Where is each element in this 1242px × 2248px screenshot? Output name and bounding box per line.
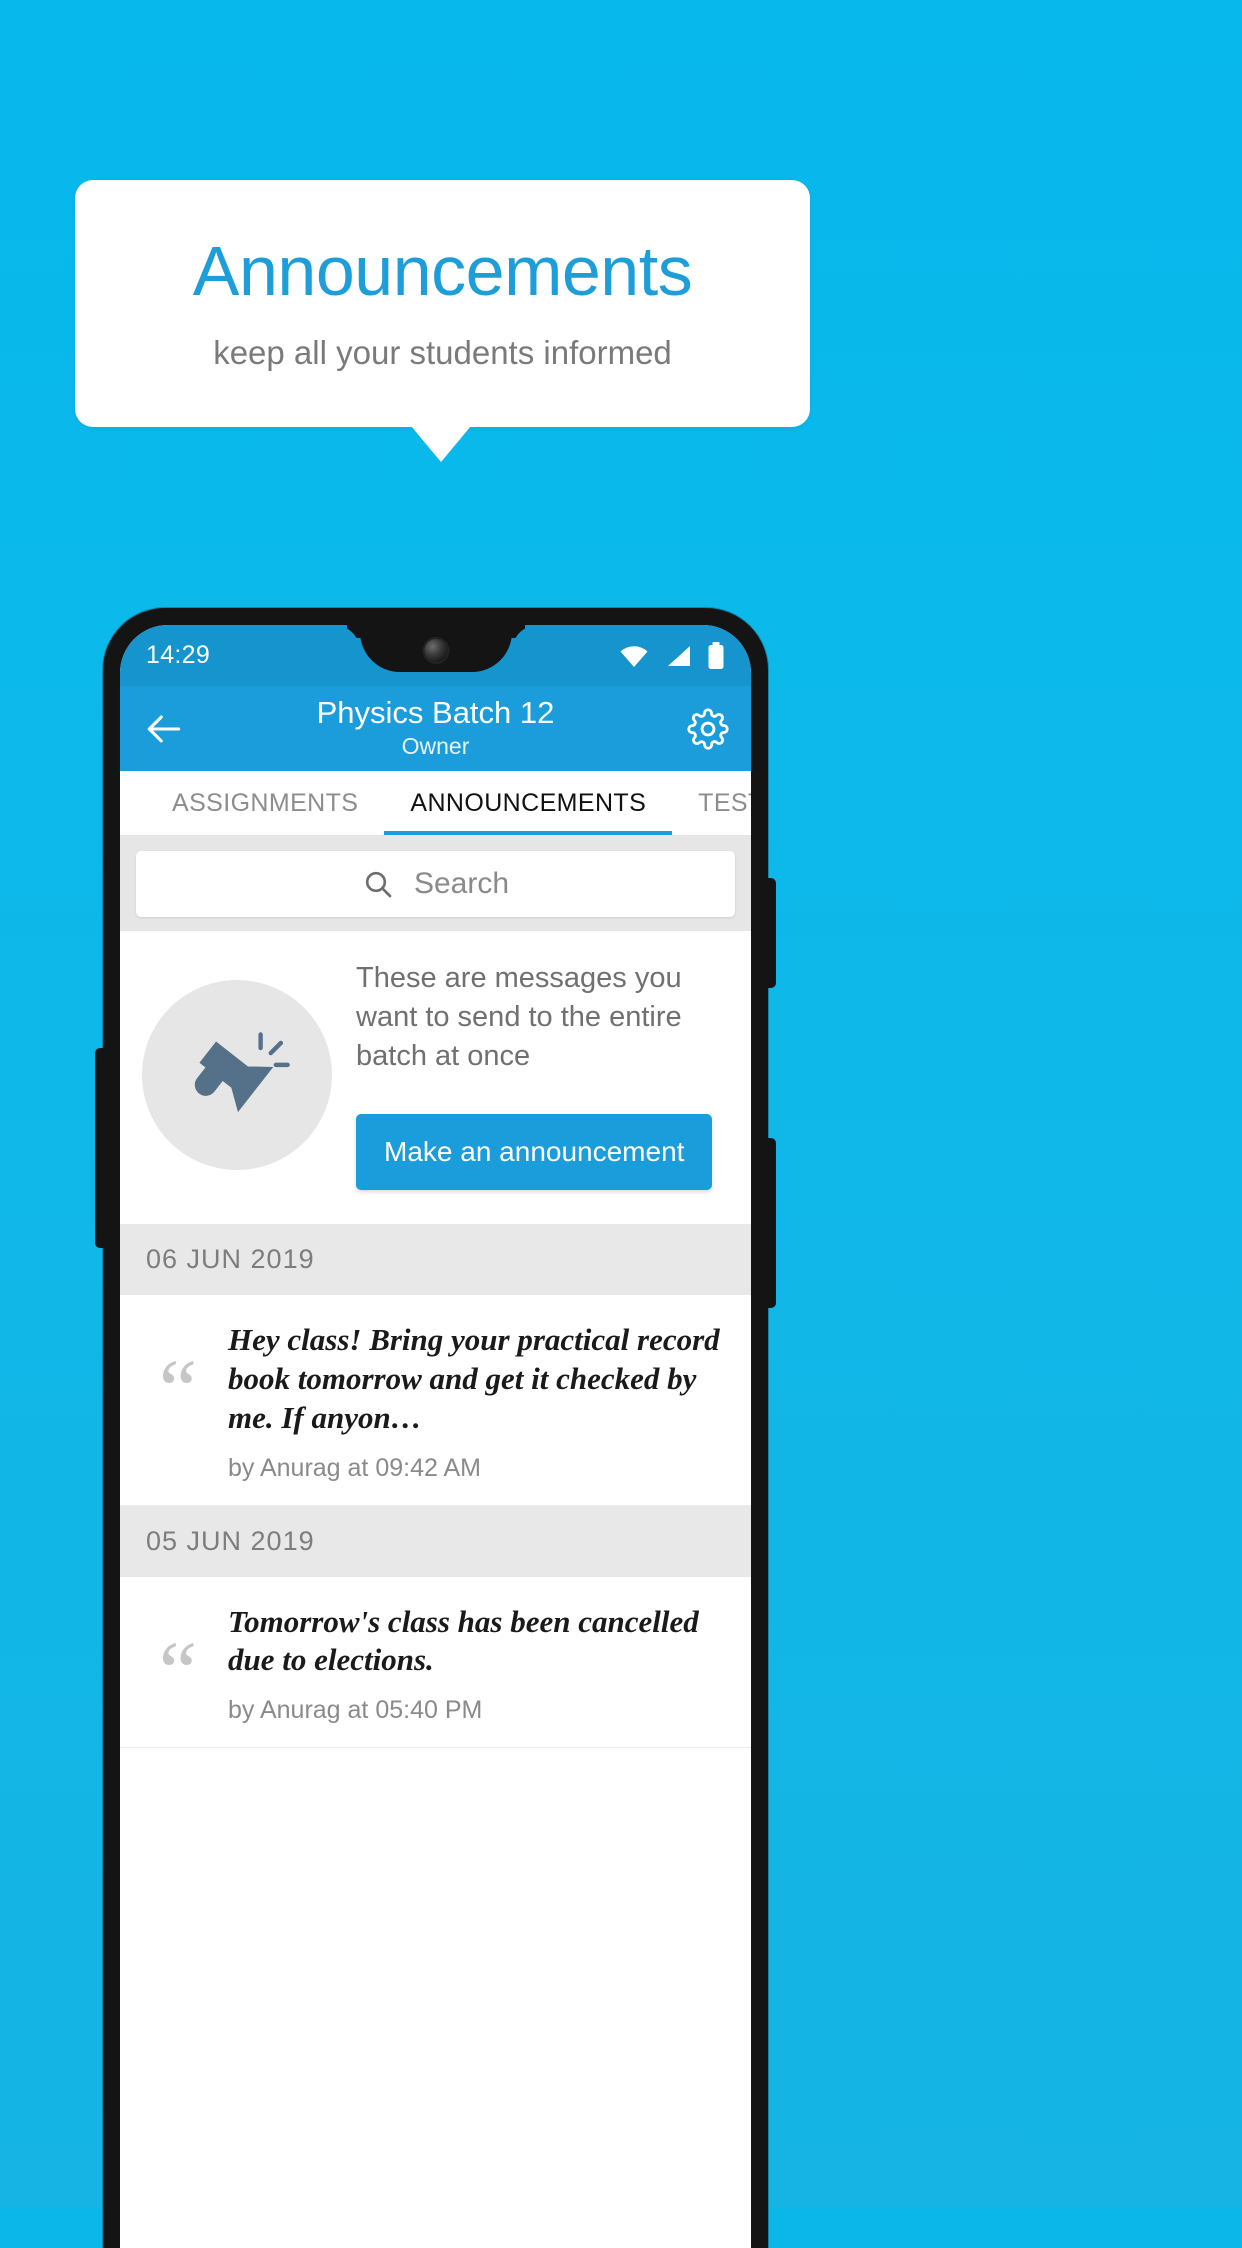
date-header: 06 JUN 2019	[120, 1224, 751, 1296]
promo-description: These are messages you want to send to t…	[356, 962, 682, 1073]
megaphone-icon-circle	[142, 979, 332, 1170]
announcement-meta: by Anurag at 09:42 AM	[228, 1453, 481, 1482]
quote-icon: “	[158, 1622, 198, 1719]
phone-screen: 14:29 Physics Batch 12 Owner ASSIGNMENTS…	[120, 625, 751, 2248]
list-item[interactable]: “ Hey class! Bring your practical record…	[120, 1295, 751, 1506]
quote-icon: “	[158, 1341, 198, 1438]
batch-title: Physics Batch 12	[316, 694, 555, 730]
page-title: Announcements	[192, 231, 693, 310]
search-section: Search	[120, 835, 751, 931]
date-header: 05 JUN 2019	[120, 1505, 751, 1577]
tab-assignments[interactable]: ASSIGNMENTS	[146, 771, 384, 835]
batch-role: Owner	[401, 733, 470, 760]
phone-button-assistant	[95, 1048, 104, 1248]
app-bar-titles: Physics Batch 12 Owner	[120, 695, 751, 763]
front-camera	[424, 639, 447, 662]
announcement-text: Hey class! Bring your practical record b…	[228, 1322, 720, 1435]
announcement-body: Hey class! Bring your practical record b…	[228, 1321, 725, 1482]
phone-frame: 14:29 Physics Batch 12 Owner ASSIGNMENTS…	[95, 608, 776, 2248]
announcement-body: Tomorrow's class has been cancelled due …	[228, 1603, 725, 1726]
phone-button-power	[767, 878, 776, 988]
status-bar: 14:29	[120, 625, 751, 686]
app-bar: Physics Batch 12 Owner	[120, 686, 751, 771]
phone-button-volume	[767, 1138, 776, 1308]
speech-bubble-tail	[411, 426, 471, 462]
announcement-list: 06 JUN 2019 “ Hey class! Bring your prac…	[120, 1224, 751, 1749]
signal-icon	[668, 645, 690, 666]
back-arrow-icon[interactable]	[142, 707, 186, 751]
active-tab-underline	[384, 831, 673, 835]
wifi-icon	[620, 645, 648, 667]
list-item[interactable]: “ Tomorrow's class has been cancelled du…	[120, 1576, 751, 1749]
tab-bar[interactable]: ASSIGNMENTS ANNOUNCEMENTS TESTS ’	[120, 771, 751, 835]
promo-speech-bubble: Announcements keep all your students inf…	[75, 180, 810, 427]
announcement-promo-card: These are messages you want to send to t…	[120, 931, 751, 1225]
phone-notch	[359, 625, 512, 672]
tab-announcements[interactable]: ANNOUNCEMENTS	[384, 771, 672, 835]
battery-icon	[708, 641, 724, 669]
status-bar-clock: 14:29	[146, 641, 211, 669]
search-icon	[365, 871, 392, 898]
tab-tests[interactable]: TESTS	[672, 771, 751, 835]
status-bar-icons	[619, 641, 725, 670]
search-input[interactable]: Search	[136, 851, 735, 917]
announcement-text: Tomorrow's class has been cancelled due …	[228, 1603, 699, 1678]
megaphone-icon	[194, 1032, 290, 1112]
make-announcement-button[interactable]: Make an announcement	[356, 1114, 713, 1191]
page-subtitle: keep all your students informed	[213, 333, 672, 371]
announcement-meta: by Anurag at 05:40 PM	[228, 1696, 483, 1725]
search-placeholder: Search	[413, 867, 510, 900]
gear-icon[interactable]	[687, 707, 729, 750]
promo-content: These are messages you want to send to t…	[356, 959, 729, 1191]
